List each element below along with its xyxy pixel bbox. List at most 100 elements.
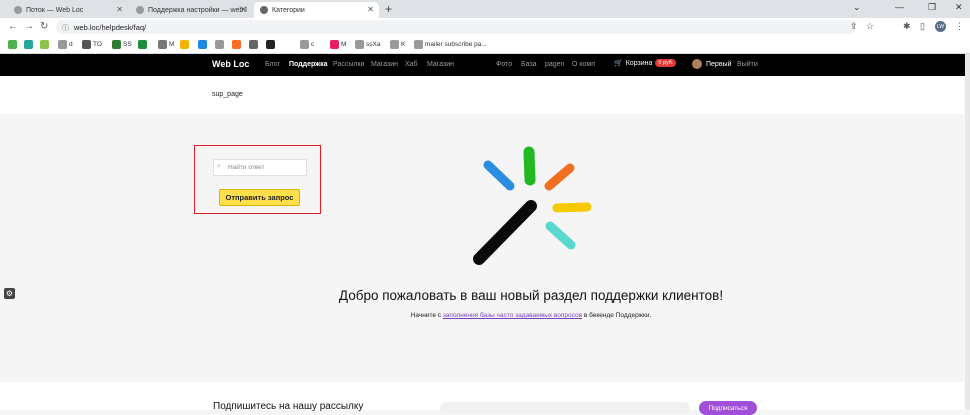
scrollbar[interactable]: [965, 54, 970, 410]
cart-badge: 0 руб.: [655, 59, 677, 67]
nav-blog[interactable]: Блог: [265, 61, 280, 68]
browser-tab-bar: Поток — Web Loc ✕ Поддержка настройки — …: [0, 0, 970, 18]
bookmark-item[interactable]: TO: [82, 40, 102, 49]
bookmark-item[interactable]: [24, 40, 35, 49]
reload-icon[interactable]: ↻: [40, 21, 48, 32]
bookmark-item[interactable]: [249, 40, 260, 49]
minimize-icon[interactable]: —: [895, 2, 904, 12]
bookmark-favicon-icon: [112, 40, 121, 49]
tab-favicon-icon: [260, 6, 268, 14]
close-tab-icon[interactable]: ✕: [240, 5, 247, 14]
close-tab-icon[interactable]: ✕: [367, 5, 374, 14]
nav-base[interactable]: База: [521, 61, 537, 68]
nav-about[interactable]: О комп: [572, 61, 595, 68]
site-header: Web Loc Блог Поддержка Рассылки Магазин …: [0, 54, 965, 76]
logout-link[interactable]: Выйти: [737, 61, 758, 68]
breadcrumb: sup_page: [212, 91, 243, 98]
sidebar-icon[interactable]: ▯: [920, 21, 925, 32]
maximize-icon[interactable]: ❐: [928, 2, 936, 13]
bookmark-item[interactable]: [138, 40, 149, 49]
bookmark-item[interactable]: [215, 40, 226, 49]
site-logo[interactable]: Web Loc: [212, 59, 249, 69]
bookmarks-bar: d TO SS M c M ssXa K mailer subscribe pa…: [0, 36, 970, 54]
menu-icon[interactable]: ⋮: [955, 21, 964, 32]
tab-search-icon[interactable]: ⌄: [853, 2, 861, 13]
nav-pagen[interactable]: pagen: [545, 61, 564, 68]
cart-icon: 🛒: [614, 60, 623, 67]
bookmark-favicon-icon: [266, 40, 275, 49]
bookmark-star-icon[interactable]: ☆: [866, 21, 874, 32]
tab-favicon-icon: [14, 6, 22, 14]
bookmark-favicon-icon: [40, 40, 49, 49]
bookmark-item[interactable]: [8, 40, 19, 49]
close-window-icon[interactable]: ✕: [955, 2, 963, 13]
search-placeholder: Найти ответ: [228, 164, 265, 171]
share-icon[interactable]: ⇪: [850, 21, 858, 32]
bookmark-favicon-icon: [180, 40, 189, 49]
bookmark-favicon-icon: [414, 40, 423, 49]
nav-photo[interactable]: Фото: [496, 61, 512, 68]
bookmark-item[interactable]: [232, 40, 243, 49]
browser-tab-3[interactable]: Категории ✕: [254, 2, 379, 18]
search-icon: ⌕: [217, 163, 221, 170]
info-icon[interactable]: ⓘ: [62, 23, 69, 33]
nav-mailings[interactable]: Рассылки: [333, 61, 364, 68]
url-field[interactable]: ⓘ web.loc/helpdesk/faq/: [56, 20, 856, 34]
browser-tab-2[interactable]: Поддержка настройки — web.l ✕: [130, 2, 252, 18]
send-request-button[interactable]: Отправить запрос: [219, 189, 300, 206]
bookmark-favicon-icon: [330, 40, 339, 49]
nav-shop-2[interactable]: Магазин: [427, 61, 454, 68]
bookmark-item[interactable]: [180, 40, 191, 49]
cyan-ray: [545, 221, 576, 250]
user-menu[interactable]: Первый: [692, 59, 731, 69]
nav-hub[interactable]: Хаб: [405, 61, 418, 68]
newsletter-email-input[interactable]: [440, 402, 690, 414]
bookmark-favicon-icon: [249, 40, 258, 49]
search-panel: ⌕ Найти ответ Отправить запрос: [194, 145, 321, 214]
subscribe-button[interactable]: Подписаться: [699, 401, 757, 415]
newsletter-title: Подпишитесь на нашу рассылку: [213, 401, 364, 412]
user-avatar: [692, 59, 702, 69]
tab-label: Поток — Web Loc: [26, 6, 84, 14]
nav-shop[interactable]: Магазин: [371, 61, 398, 68]
browser-tab-1[interactable]: Поток — Web Loc ✕: [8, 2, 128, 18]
bookmark-favicon-icon: [138, 40, 147, 49]
bookmark-item[interactable]: mailer subscribe pa...: [414, 40, 487, 49]
bookmark-item[interactable]: [198, 40, 209, 49]
bookmark-favicon-icon: [8, 40, 17, 49]
bookmark-item[interactable]: ssXa: [355, 40, 380, 49]
breadcrumb-bar: sup_page: [0, 76, 965, 114]
newsletter-footer: Подпишитесь на нашу рассылку Подписаться: [0, 382, 965, 415]
bookmark-item[interactable]: M: [158, 40, 174, 49]
welcome-subtext: Начните с заполнения базы часто задаваем…: [410, 312, 652, 319]
new-tab-icon[interactable]: +: [385, 2, 392, 16]
black-ray: [473, 200, 537, 265]
bookmark-favicon-icon: [215, 40, 224, 49]
extensions-icon[interactable]: ✱: [903, 21, 911, 32]
bookmark-item[interactable]: M: [330, 40, 346, 49]
cart-link[interactable]: 🛒 Корзина 0 руб.: [614, 59, 677, 67]
bookmark-item[interactable]: c: [300, 40, 314, 49]
bookmark-favicon-icon: [82, 40, 91, 49]
tab-label: Поддержка настройки — web.l: [148, 6, 247, 14]
bookmark-item[interactable]: [40, 40, 51, 49]
bookmark-favicon-icon: [198, 40, 207, 49]
search-input[interactable]: ⌕ Найти ответ: [213, 159, 307, 176]
yellow-ray: [552, 202, 592, 213]
bookmark-item[interactable]: [266, 40, 277, 49]
profile-avatar[interactable]: LW: [935, 21, 946, 32]
back-icon[interactable]: ←: [8, 21, 18, 32]
green-ray: [523, 146, 536, 186]
bookmark-favicon-icon: [58, 40, 67, 49]
settings-gear-icon[interactable]: ⚙: [4, 288, 15, 299]
forward-icon[interactable]: →: [24, 21, 34, 32]
close-tab-icon[interactable]: ✕: [116, 5, 123, 14]
url-text: web.loc/helpdesk/faq/: [74, 22, 147, 32]
nav-support[interactable]: Поддержка: [289, 61, 328, 68]
bookmark-item[interactable]: SS: [112, 40, 132, 49]
bookmark-favicon-icon: [355, 40, 364, 49]
blue-ray: [483, 160, 515, 191]
bookmark-item[interactable]: K: [390, 40, 405, 49]
faq-link[interactable]: заполнения базы часто задаваемых вопросо…: [443, 312, 582, 319]
bookmark-item[interactable]: d: [58, 40, 73, 49]
